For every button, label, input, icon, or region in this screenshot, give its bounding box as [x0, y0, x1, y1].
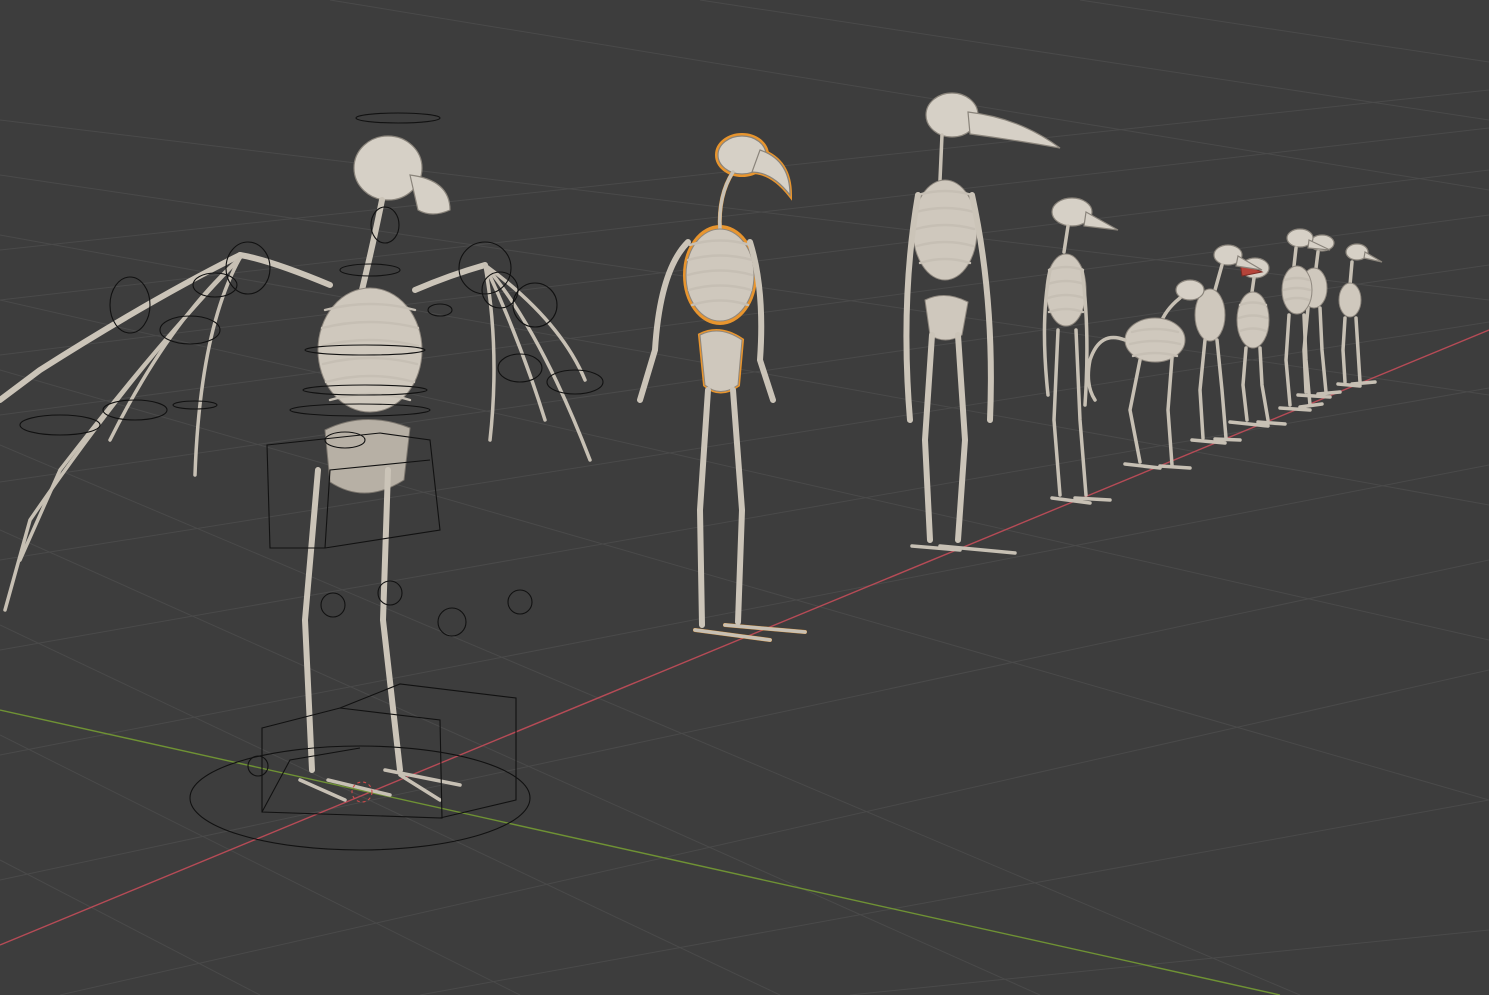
- lineup-skeleton-2[interactable]: [1042, 197, 1119, 505]
- y-axis-line: [0, 709, 1281, 995]
- bird-skeleton-selected[interactable]: [637, 133, 807, 642]
- lineup-skeleton-8[interactable]: [1336, 243, 1383, 388]
- winged-bird-skeleton[interactable]: [0, 135, 592, 802]
- lineup-skeleton-5[interactable]: [1228, 257, 1287, 428]
- right-wing: [412, 262, 592, 462]
- 3d-viewport[interactable]: [0, 0, 1489, 995]
- viewport-canvas[interactable]: [0, 0, 1489, 995]
- left-wing: [0, 252, 333, 612]
- lineup-skeleton-1[interactable]: [903, 92, 1061, 555]
- lineup-skeleton-3[interactable]: [1086, 279, 1205, 470]
